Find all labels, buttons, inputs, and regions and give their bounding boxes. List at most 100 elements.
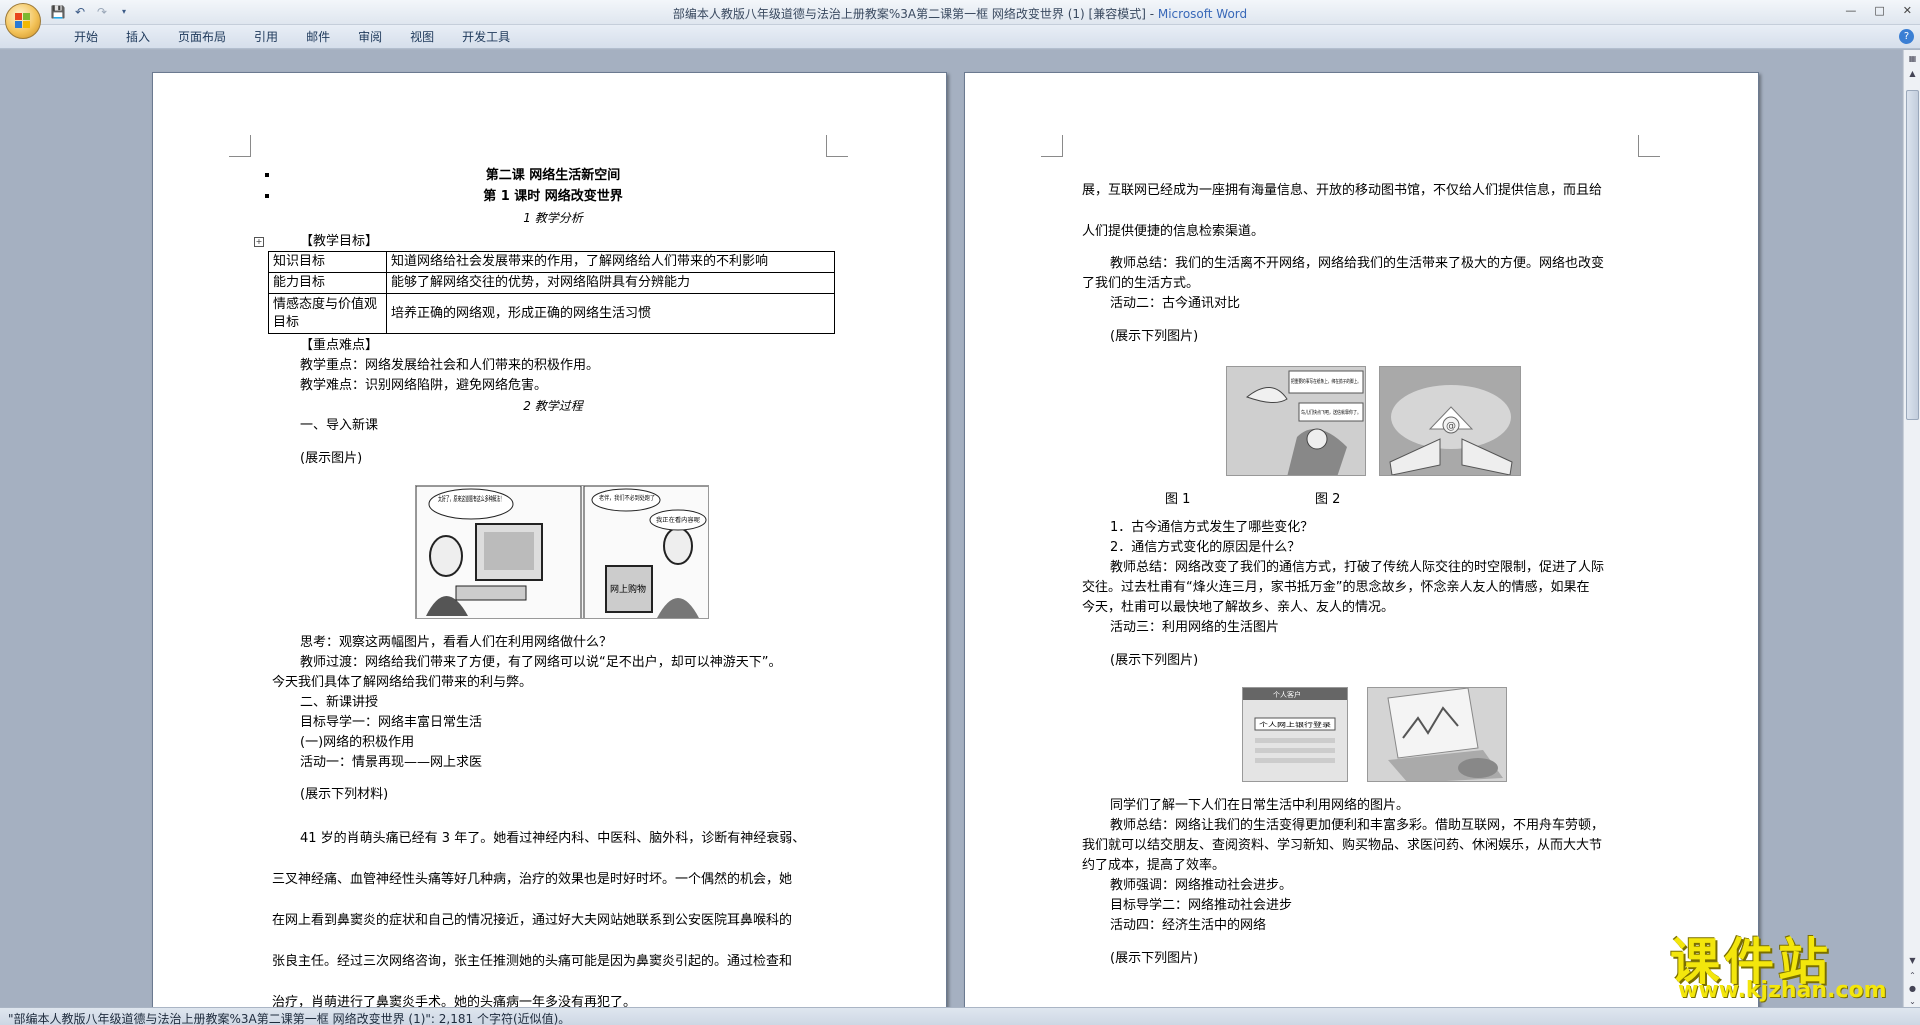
laptops-drawing: @ — [1380, 367, 1520, 475]
scroll-thumb[interactable] — [1906, 90, 1919, 420]
svg-text:@: @ — [1446, 421, 1456, 432]
figure-caption: 图 1 — [1165, 492, 1191, 507]
image-caption: 鸟儿们快点飞吧，送信就靠你了。 — [1301, 409, 1361, 416]
cartoon-caption: 老伴，我们不必到处跑了 — [599, 494, 655, 502]
maximize-icon[interactable]: □ — [1874, 4, 1884, 17]
figure-caption: 图 2 — [1315, 492, 1341, 507]
office-logo-icon — [15, 13, 31, 29]
image-caption: 把重要的事写在纸条上，绑在鸽子的脚上。 — [1291, 378, 1361, 385]
paragraph: 教师强调：网络推动社会进步。 — [1110, 878, 1293, 893]
lesson-subtitle: 第 1 课时 网络改变世界 — [483, 189, 623, 204]
list-bullet — [265, 194, 269, 198]
watermark-logo: 课件站 www.kjzhan.com — [1670, 922, 1900, 1004]
ribbon: 开始 插入 页面布局 引用 邮件 审阅 视图 开发工具 ? — [0, 25, 1920, 49]
tab-insert[interactable]: 插入 — [112, 29, 164, 45]
ruler-toggle-icon[interactable]: ▦ — [1906, 53, 1919, 65]
paragraph: 展，互联网已经成为一座拥有海量信息、开放的移动图书馆，不仅给人们提供信息，而且给 — [1082, 183, 1603, 198]
table-cell[interactable]: 培养正确的网络观，形成正确的网络生活习惯 — [386, 293, 835, 334]
pigeon-letter-image[interactable]: 把重要的事写在纸条上，绑在鸽子的脚上。 鸟儿们快点飞吧，送信就靠你了。 — [1226, 366, 1366, 476]
story-line: 张良主任。经过三次网络咨询，张主任推测她的头痛可能是因为鼻窦炎引起的。通过检查和 — [272, 954, 793, 969]
cartoon-drawing: 太好了，原来这道题有这么多种解法！ 网上购物 老伴，我们不必到处跑了 我正在看内… — [416, 486, 708, 618]
paragraph: 了我们的生活方式。 — [1082, 276, 1200, 291]
tab-mailings[interactable]: 邮件 — [292, 29, 344, 45]
table-row: 能力目标 能够了解网络交往的优势，对网络陷阱具有分辨能力 — [268, 272, 835, 294]
tab-page-layout[interactable]: 页面布局 — [164, 29, 240, 45]
question: 2．通信方式变化的原因是什么？ — [1110, 540, 1301, 555]
help-icon[interactable]: ? — [1899, 29, 1914, 44]
difficult-point: 教学难点：识别网络陷阱，避免网络危害。 — [300, 378, 548, 393]
crop-mark — [1041, 135, 1063, 157]
paragraph: 教师总结：我们的生活离不开网络，网络给我们的生活带来了极大的方便。网络也改变 — [1110, 256, 1605, 271]
document-page-2[interactable]: 展，互联网已经成为一座拥有海量信息、开放的移动图书馆，不仅给人们提供信息，而且给… — [964, 72, 1759, 1007]
story-line: 治疗，肖萌进行了鼻窦炎手术。她的头痛病一年多没有再犯了。 — [272, 995, 637, 1007]
tab-view[interactable]: 视图 — [396, 29, 448, 45]
paragraph: 一、导入新课 — [300, 418, 379, 433]
crop-mark — [1638, 135, 1660, 157]
paragraph: 约了成本，提高了效率。 — [1082, 858, 1226, 873]
status-bar: "部编本人教版八年级道德与法治上册教案%3A第二课第一框 网络改变世界 (1)"… — [0, 1007, 1920, 1025]
window-title: 部编本人教版八年级道德与法治上册教案%3A第二课第一框 网络改变世界 (1) [… — [0, 5, 1920, 22]
select-browse-object-icon[interactable]: ● — [1906, 983, 1919, 995]
paragraph: 教师过渡：网络给我们带来了方便，有了网络可以说“足不出户，却可以神游天下”。 — [300, 655, 782, 670]
cartoon-sign: 网上购物 — [610, 583, 646, 595]
vertical-scrollbar[interactable]: ▦ ▲ ▼ ⌃ ● ⌄ — [1903, 50, 1920, 1007]
paragraph: 今天，杜甫可以最快地了解故乡、亲人、友人的情况。 — [1082, 600, 1395, 615]
email-laptops-image[interactable]: @ — [1379, 366, 1521, 476]
key-point: 教学重点：网络发展给社会和人们带来的积极作用。 — [300, 358, 600, 373]
tab-developer[interactable]: 开发工具 — [448, 29, 524, 45]
document-workspace: 第二课 网络生活新空间 第 1 课时 网络改变世界 1 教学分析 + 【教学目标… — [0, 50, 1902, 1007]
table-row: 情感态度与价值观目标 培养正确的网络观，形成正确的网络生活习惯 — [268, 293, 835, 334]
key-heading: 【重点难点】 — [300, 338, 379, 353]
table-cell[interactable]: 能力目标 — [268, 272, 387, 294]
paragraph: 目标导学一：网络丰富日常生活 — [300, 715, 483, 730]
window-controls: — □ ✕ — [1845, 4, 1912, 17]
banking-login-text: 个人网上银行登录 — [1259, 721, 1331, 729]
goals-table: 知识目标 知道网络给社会发展带来的作用，了解网络给人们带来的不利影响 能力目标 … — [268, 251, 835, 334]
paragraph: 活动二：古今通讯对比 — [1110, 296, 1241, 311]
status-text: "部编本人教版八年级道德与法治上册教案%3A第二课第一框 网络改变世界 (1)"… — [8, 1012, 571, 1025]
previous-page-icon[interactable]: ⌃ — [1906, 970, 1919, 982]
office-button[interactable] — [5, 3, 41, 39]
table-move-handle-icon[interactable]: + — [254, 237, 264, 247]
question: 1．古今通信方式发生了哪些变化？ — [1110, 520, 1314, 535]
banking-header: 个人客户 — [1273, 690, 1301, 699]
table-cell[interactable]: 知识目标 — [268, 251, 387, 273]
paragraph: 人们提供便捷的信息检索渠道。 — [1082, 224, 1265, 239]
cartoon-image[interactable]: 太好了，原来这道题有这么多种解法！ 网上购物 老伴，我们不必到处跑了 我正在看内… — [415, 485, 709, 619]
scroll-down-icon[interactable]: ▼ — [1906, 955, 1919, 967]
banking-drawing: 个人客户 个人网上银行登录 — [1243, 688, 1347, 781]
paragraph: 教师总结：网络改变了我们的通信方式，打破了传统人际交往的时空限制，促进了人际 — [1110, 560, 1605, 575]
paragraph: 思考：观察这两幅图片，看看人们在利用网络做什么？ — [300, 635, 613, 650]
paragraph: (展示下列图片) — [1110, 329, 1199, 344]
watermark-url: www.kjzhan.com — [1678, 978, 1887, 1003]
paragraph: 活动四：经济生活中的网络 — [1110, 918, 1267, 933]
paragraph: (展示下列材料) — [300, 787, 389, 802]
section-heading: 2 教学过程 — [523, 399, 583, 413]
laptop-photo-image[interactable] — [1367, 687, 1507, 782]
paragraph: 活动三：利用网络的生活图片 — [1110, 620, 1280, 635]
goals-heading: 【教学目标】 — [300, 234, 379, 249]
table-row: 知识目标 知道网络给社会发展带来的作用，了解网络给人们带来的不利影响 — [268, 251, 835, 273]
cartoon-caption: 我正在看内容呢 — [656, 516, 700, 524]
table-cell[interactable]: 知道网络给社会发展带来的作用，了解网络给人们带来的不利影响 — [386, 251, 835, 273]
window-title-app: Microsoft Word — [1157, 7, 1248, 21]
document-page-1[interactable]: 第二课 网络生活新空间 第 1 课时 网络改变世界 1 教学分析 + 【教学目标… — [152, 72, 947, 1007]
close-icon[interactable]: ✕ — [1903, 4, 1912, 17]
tab-home[interactable]: 开始 — [60, 29, 112, 45]
paragraph: 二、新课讲授 — [300, 695, 379, 710]
laptop-photo-drawing — [1368, 688, 1506, 781]
paragraph: (一)网络的积极作用 — [300, 735, 415, 750]
paragraph: 目标导学二：网络推动社会进步 — [1110, 898, 1293, 913]
paragraph: (展示图片) — [300, 451, 363, 466]
list-bullet — [265, 173, 269, 177]
table-cell[interactable]: 情感态度与价值观目标 — [268, 293, 387, 334]
tab-references[interactable]: 引用 — [240, 29, 292, 45]
online-banking-image[interactable]: 个人客户 个人网上银行登录 — [1242, 687, 1348, 782]
minimize-icon[interactable]: — — [1845, 4, 1856, 17]
table-cell[interactable]: 能够了解网络交往的优势，对网络陷阱具有分辨能力 — [386, 272, 835, 294]
paragraph: (展示下列图片) — [1110, 653, 1199, 668]
story-line: 41 岁的肖萌头痛已经有 3 年了。她看过神经内科、中医科、脑外科，诊断有神经衰… — [300, 831, 806, 846]
tab-review[interactable]: 审阅 — [344, 29, 396, 45]
title-bar: 💾 ↶ ↷ ▾ 部编本人教版八年级道德与法治上册教案%3A第二课第一框 网络改变… — [0, 0, 1920, 25]
scroll-up-icon[interactable]: ▲ — [1906, 68, 1919, 80]
